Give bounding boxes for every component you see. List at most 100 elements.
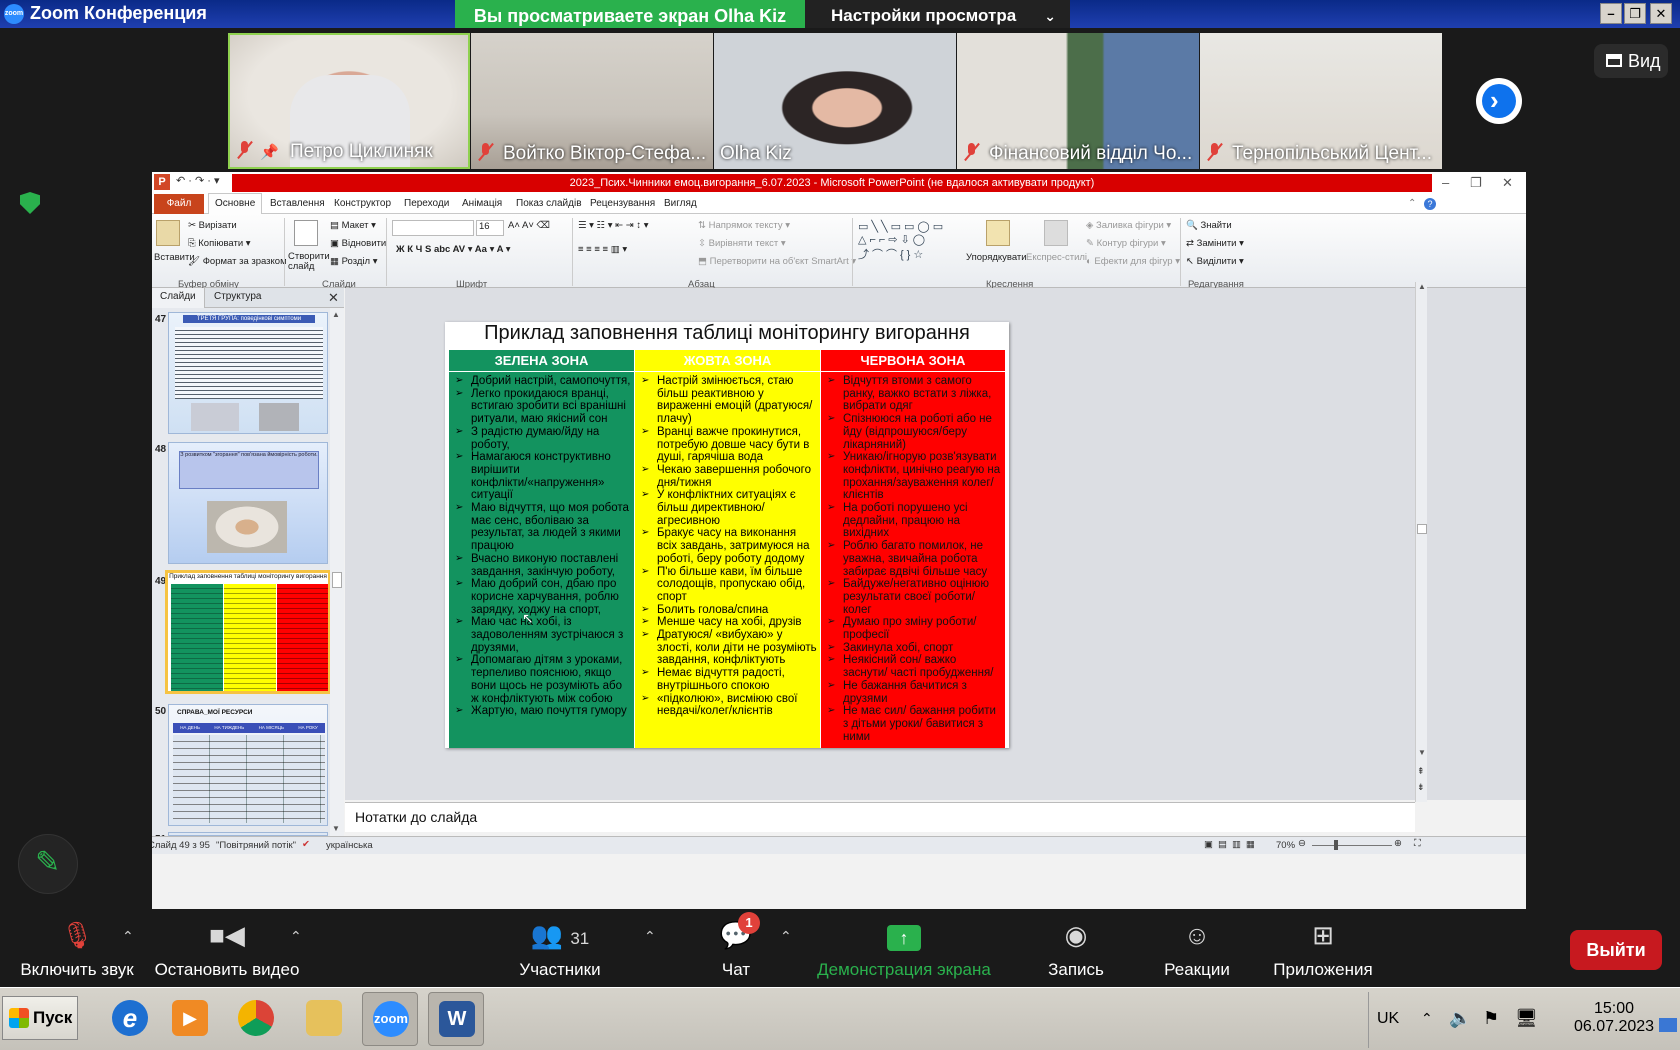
tab-view[interactable]: Вигляд [664, 198, 697, 209]
slide-thumbnail-49-selected[interactable]: Приклад заповнення таблиці моніторингу в… [165, 570, 331, 694]
clock[interactable]: 15:00 06.07.2023 [1559, 1000, 1669, 1036]
shape-fill-button[interactable]: ◈ Заливка фігури ▾ [1086, 220, 1171, 231]
participant-tile[interactable]: Фінансовий відділ Чо... [957, 33, 1199, 169]
align-text-button[interactable]: ⇳ Вирівняти текст ▾ [698, 238, 786, 249]
view-mode-buttons[interactable]: ▣▤▥▦ [1204, 839, 1260, 850]
slide-thumbnail-47[interactable]: ТРЕТЯ ГРУПА: поведінкові симптоми [168, 312, 328, 434]
arrange-button[interactable]: Упорядкувати [966, 252, 1027, 263]
participant-tile-active-speaker[interactable]: Olha Kiz [714, 33, 956, 169]
scroll-up-icon[interactable]: ▲ [332, 310, 340, 319]
cut-button[interactable]: ✂ Вирізати [188, 220, 237, 231]
tab-design[interactable]: Конструктор [334, 198, 391, 209]
participants-options-chevron-icon[interactable]: ⌃ [644, 928, 656, 945]
font-name-combobox[interactable] [392, 220, 474, 236]
notes-pane[interactable]: Нотатки до слайда [345, 802, 1415, 832]
zoom-level[interactable]: 70% [1276, 840, 1295, 851]
taskbar-app-word[interactable]: W [428, 992, 484, 1046]
unmute-button[interactable]: 🎙 Включить звук [12, 916, 142, 980]
record-button[interactable]: ◉ Запись [1036, 916, 1116, 980]
text-direction-button[interactable]: ⇅ Напрямок тексту ▾ [698, 220, 790, 231]
tab-transitions[interactable]: Переходи [404, 198, 449, 209]
quick-styles-button[interactable]: Експрес-стилі [1026, 252, 1087, 263]
section-button[interactable]: ▦ Розділ ▾ [330, 256, 378, 267]
find-button[interactable]: 🔍 Знайти [1186, 220, 1232, 231]
security-shield-icon[interactable] [20, 192, 40, 214]
scroll-thumb[interactable] [332, 572, 342, 588]
scroll-thumb[interactable] [1417, 524, 1427, 534]
action-center-flag-icon[interactable]: ⚑ [1483, 1008, 1499, 1029]
participants-button[interactable]: 👥 31 Участники [500, 916, 620, 980]
taskbar-app-chrome[interactable] [228, 992, 284, 1046]
editor-scrollbar[interactable]: ▲ ▼ ⇞ ⇟ [1415, 282, 1427, 802]
taskbar-app-zoom[interactable]: zoom [362, 992, 418, 1046]
tab-home[interactable]: Основне [208, 193, 263, 214]
ppt-restore-button[interactable]: ❐ [1470, 175, 1482, 191]
minimize-button[interactable]: – [1600, 3, 1622, 24]
show-desktop-button[interactable] [1659, 1018, 1677, 1032]
tray-expand-icon[interactable]: ⌃ [1421, 1010, 1433, 1027]
select-button[interactable]: ↖ Виділити ▾ [1186, 256, 1244, 267]
next-slide-icon[interactable]: ⇟ [1417, 782, 1425, 793]
copy-button[interactable]: ⎘ Копіювати ▾ [188, 238, 251, 249]
layout-button[interactable]: ▤ Макет ▾ [330, 220, 376, 231]
participant-tile[interactable]: 📌 Петро Циклиняк [228, 33, 470, 169]
slide-thumbnail-50[interactable]: СПРАВА_МОЇ РЕСУРСИ НА ДЕНЬ НА ТИЖДЕНЬ НА… [168, 704, 328, 826]
scroll-down-icon[interactable]: ▼ [1418, 748, 1426, 757]
share-screen-button[interactable]: ↑ Демонстрация экрана [806, 916, 1002, 980]
font-format-buttons[interactable]: Ж К Ч S abc AV ▾ Aa ▾ A ▾ [396, 244, 511, 255]
quick-access-toolbar[interactable]: ↶ · ↷ · ▾ [176, 174, 220, 187]
leave-meeting-button[interactable]: Выйти [1570, 930, 1662, 970]
language[interactable]: українська [326, 840, 373, 851]
align-buttons[interactable]: ≡ ≡ ≡ ≡ ▥ ▾ [578, 244, 627, 255]
apps-button[interactable]: ⊞ Приложения [1266, 916, 1380, 980]
video-options-chevron-icon[interactable]: ⌃ [290, 928, 302, 945]
tab-slides[interactable]: Слайди [152, 288, 205, 308]
new-slide-button[interactable]: Створити слайд [288, 252, 330, 272]
close-button[interactable]: ✕ [1650, 3, 1672, 24]
annotate-button[interactable]: ✎ [18, 834, 78, 894]
tab-review[interactable]: Рецензування [590, 198, 655, 209]
smartart-button[interactable]: ⬒ Перетворити на об'єкт SmartArt ▾ [698, 256, 856, 267]
tab-insert[interactable]: Вставлення [270, 198, 325, 209]
zoom-in-icon[interactable]: ⊕ [1394, 838, 1402, 849]
tab-slideshow[interactable]: Показ слайдів [516, 198, 582, 209]
list-buttons[interactable]: ☰ ▾ ☷ ▾ ⇤ ⇥ ↕ ▾ [578, 220, 649, 231]
font-grow-shrink-buttons[interactable]: A˄ A˅ ⌫ [508, 220, 550, 231]
scroll-down-icon[interactable]: ▼ [332, 824, 340, 833]
scroll-up-icon[interactable]: ▲ [1418, 282, 1426, 291]
audio-options-chevron-icon[interactable]: ⌃ [122, 928, 134, 945]
help-icon[interactable]: ? [1424, 198, 1436, 210]
reset-button[interactable]: ▣ Відновити [330, 238, 386, 249]
shapes-gallery[interactable]: ▭╲╲▭▭◯▭ △⌐⌐⇨⇩◯ ⤴⌒⌒{}☆ [858, 220, 946, 262]
ribbon-minimize-icon[interactable]: ⌃ [1408, 198, 1416, 209]
taskbar-app-media[interactable]: ▶ [162, 992, 218, 1046]
tab-file[interactable]: Файл [154, 194, 204, 214]
network-icon[interactable]: 🖥 [1515, 1008, 1538, 1029]
prev-slide-icon[interactable]: ⇞ [1417, 766, 1425, 777]
keyboard-language[interactable]: UK [1377, 1010, 1399, 1028]
participant-tile[interactable]: Войтко Віктор-Стефа... [471, 33, 713, 169]
taskbar-app-ie[interactable]: e [102, 992, 158, 1046]
chat-options-chevron-icon[interactable]: ⌃ [780, 928, 792, 945]
panel-scrollbar[interactable]: ▲ ▼ [330, 308, 344, 836]
fit-to-window-icon[interactable]: ⛶ [1414, 838, 1421, 849]
tab-animations[interactable]: Анімація [462, 198, 502, 209]
reactions-button[interactable]: ☺ Реакции [1152, 916, 1242, 980]
zoom-slider-thumb[interactable] [1334, 840, 1338, 850]
tab-outline[interactable]: Структура [214, 291, 261, 302]
view-button[interactable]: Вид [1594, 44, 1668, 78]
ppt-minimize-button[interactable]: – [1442, 175, 1449, 190]
slide-thumbnail-48[interactable]: З розвитком "згорання" пов'язана ймовірн… [168, 442, 328, 564]
font-size-combobox[interactable]: 16 [476, 220, 504, 236]
ppt-close-button[interactable]: ✕ [1502, 175, 1513, 191]
start-button[interactable]: Пуск [2, 996, 78, 1040]
close-panel-icon[interactable]: ✕ [328, 290, 339, 306]
shape-effects-button[interactable]: ◐ Ефекти для фігур ▾ [1086, 256, 1180, 267]
format-painter-button[interactable]: 🖌 Формат за зразком [188, 256, 287, 267]
volume-icon[interactable]: 🔈 [1449, 1008, 1471, 1029]
stop-video-button[interactable]: ■◀ Остановить видео [152, 916, 302, 980]
chat-button[interactable]: 💬 Чат [696, 916, 776, 980]
taskbar-app-explorer[interactable] [296, 992, 352, 1046]
spellcheck-icon[interactable]: ✔ [302, 839, 310, 850]
maximize-button[interactable]: ❐ [1624, 3, 1646, 24]
